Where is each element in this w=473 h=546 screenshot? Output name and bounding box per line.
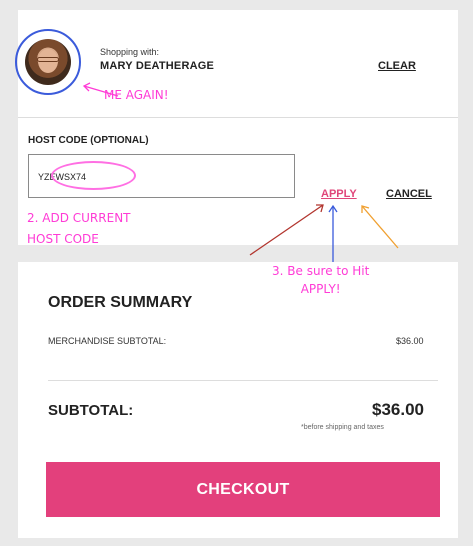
merchandise-subtotal-label: MERCHANDISE SUBTOTAL:	[48, 336, 167, 346]
be-sure-annotation: 3. Be sure to Hit APPLY!	[272, 262, 369, 298]
subtotal-value: $36.00	[372, 400, 424, 419]
red-arrow	[249, 204, 324, 256]
be-sure-annotation-line1: 3. Be sure to Hit	[272, 264, 370, 278]
me-again-arrow	[83, 85, 119, 97]
checkout-button[interactable]: CHECKOUT	[46, 462, 440, 517]
subtotal-label: SUBTOTAL:	[48, 402, 134, 419]
order-summary-title: ORDER SUMMARY	[48, 294, 193, 311]
be-sure-annotation-line2: APPLY!	[300, 282, 341, 296]
divider	[48, 380, 438, 381]
orange-arrow	[361, 205, 399, 249]
merchandise-subtotal-value: $36.00	[396, 336, 424, 346]
subtotal-note: *before shipping and taxes	[301, 424, 384, 431]
